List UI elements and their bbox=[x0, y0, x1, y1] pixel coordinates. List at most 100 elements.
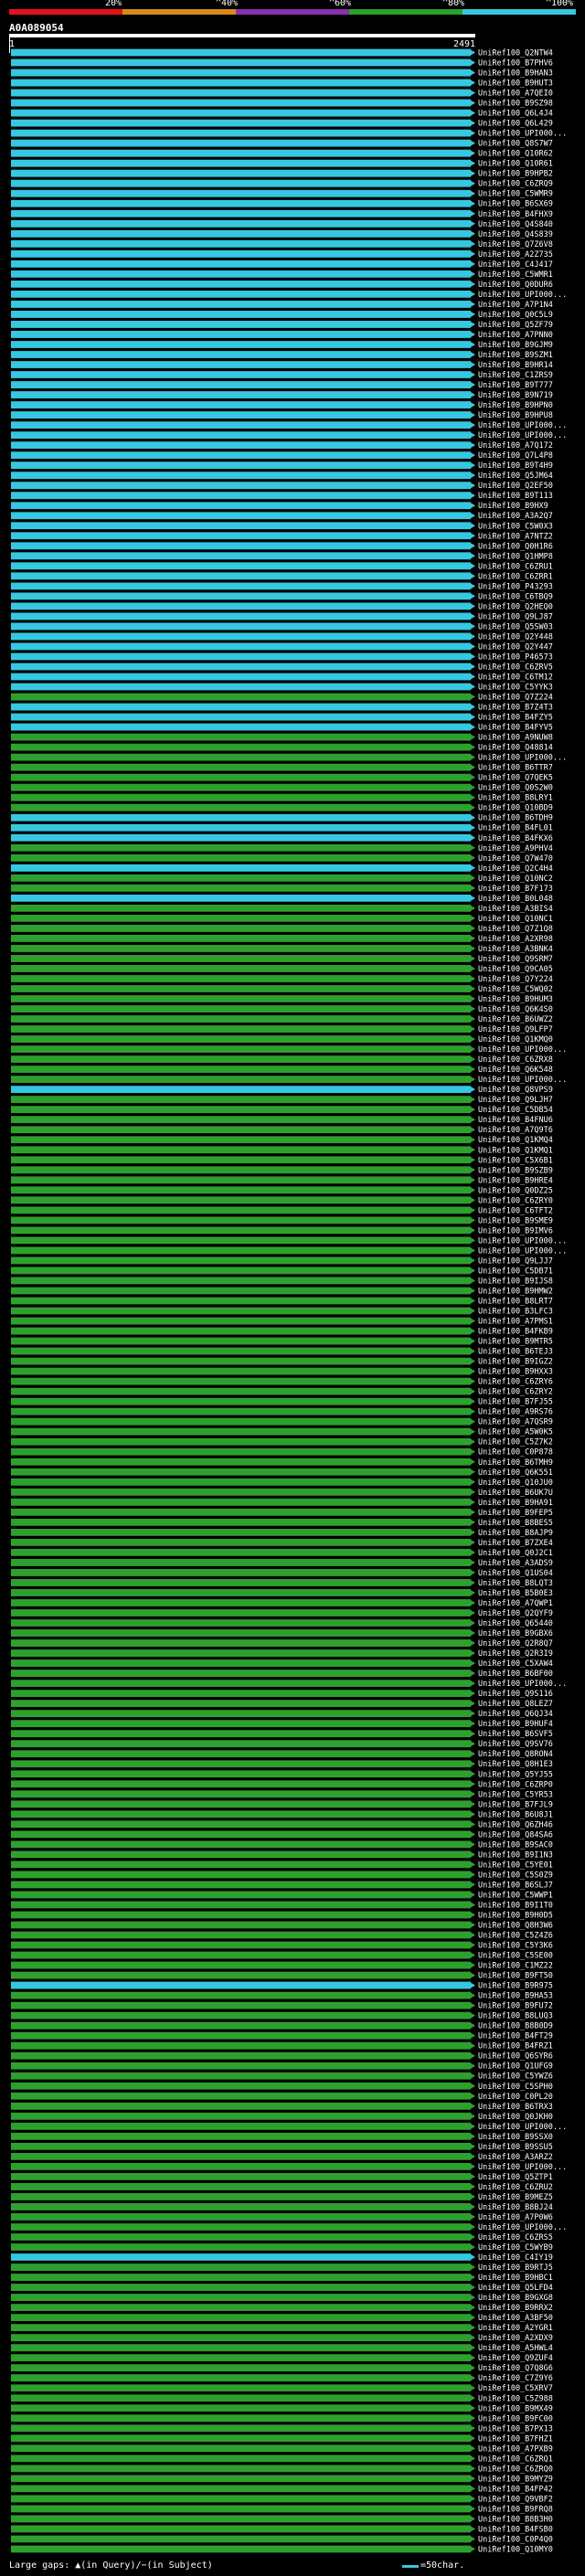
hit-label[interactable]: UniRef100_B9T4H9 bbox=[478, 461, 553, 471]
hit-label[interactable]: UniRef100_C5YWZ6 bbox=[478, 2072, 553, 2082]
hit-label[interactable]: UniRef100_Q5LFD4 bbox=[478, 2284, 553, 2293]
hit-label[interactable]: UniRef100_B9HA53 bbox=[478, 1992, 553, 2001]
hit-label[interactable]: UniRef100_B9T113 bbox=[478, 492, 553, 501]
hit-label[interactable]: UniRef100_C7Z9Y6 bbox=[478, 2374, 553, 2383]
hit-label[interactable]: UniRef100_A2Z735 bbox=[478, 250, 553, 260]
hit-label[interactable]: UniRef100_B9HPU8 bbox=[478, 411, 553, 420]
hit-label[interactable]: UniRef100_Q2NTW4 bbox=[478, 49, 553, 58]
hit-label[interactable]: UniRef100_C6ZRS5 bbox=[478, 2233, 553, 2242]
hit-label[interactable]: UniRef100_B9FRQ8 bbox=[478, 2505, 553, 2514]
hit-label[interactable]: UniRef100_C6ZRY2 bbox=[478, 1388, 553, 1397]
hit-label[interactable]: UniRef100_B7PHV6 bbox=[478, 59, 553, 69]
hit-label[interactable]: UniRef100_B9HA91 bbox=[478, 1499, 553, 1508]
hit-label[interactable]: UniRef100_B6TMH9 bbox=[478, 1458, 553, 1468]
hit-label[interactable]: UniRef100_C6ZRR1 bbox=[478, 572, 553, 581]
hit-label[interactable]: UniRef100_Q9CA05 bbox=[478, 965, 553, 974]
hit-label[interactable]: UniRef100_Q9VBF2 bbox=[478, 2495, 553, 2504]
hit-label[interactable]: UniRef100_Q0H1R6 bbox=[478, 542, 553, 551]
hit-label[interactable]: UniRef100_Q9SRM7 bbox=[478, 955, 553, 964]
hit-label[interactable]: UniRef100_B9RTJ5 bbox=[478, 2263, 553, 2273]
hit-label[interactable]: UniRef100_A3BNK4 bbox=[478, 945, 553, 954]
hit-label[interactable]: UniRef100_A3BIS4 bbox=[478, 905, 553, 914]
hit-label[interactable]: UniRef100_B4FKB9 bbox=[478, 1328, 553, 1337]
hit-label[interactable]: UniRef100_Q5JM64 bbox=[478, 472, 553, 481]
hit-label[interactable]: UniRef100_A3A2Q7 bbox=[478, 512, 553, 521]
hit-label[interactable]: UniRef100_Q5ZF79 bbox=[478, 321, 553, 330]
hit-label[interactable]: UniRef100_Q0JKH0 bbox=[478, 2113, 553, 2122]
hit-label[interactable]: UniRef100_B4FHX9 bbox=[478, 210, 553, 219]
hit-label[interactable]: UniRef100_C6ZRP0 bbox=[478, 1780, 553, 1789]
hit-label[interactable]: UniRef100_Q7QEK5 bbox=[478, 774, 553, 783]
hit-label[interactable]: UniRef100_Q84SA6 bbox=[478, 1830, 553, 1839]
hit-label[interactable]: UniRef100_Q10NC1 bbox=[478, 915, 553, 924]
hit-label[interactable]: UniRef100_Q7Y224 bbox=[478, 975, 553, 984]
hit-label[interactable]: UniRef100_C5WYB9 bbox=[478, 2243, 553, 2253]
hit-label[interactable]: UniRef100_B9FEP5 bbox=[478, 1509, 553, 1518]
hit-label[interactable]: UniRef100_C6ZRY0 bbox=[478, 1196, 553, 1205]
hit-label[interactable]: UniRef100_B8BES5 bbox=[478, 1519, 553, 1528]
hit-label[interactable]: UniRef100_Q6L429 bbox=[478, 120, 553, 129]
hit-label[interactable]: UniRef100_A7PNN0 bbox=[478, 331, 553, 340]
hit-label[interactable]: UniRef100_B9MX49 bbox=[478, 2404, 553, 2413]
hit-label[interactable]: UniRef100_Q6K4S0 bbox=[478, 1005, 553, 1014]
hit-label[interactable]: UniRef100_B8LRT7 bbox=[478, 1298, 553, 1307]
hit-label[interactable]: UniRef100_UPI000... bbox=[478, 754, 567, 763]
hit-label[interactable]: UniRef100_UPI000... bbox=[478, 2123, 567, 2132]
hit-label[interactable]: UniRef100_B9HPB2 bbox=[478, 170, 553, 179]
hit-label[interactable]: UniRef100_A7Q172 bbox=[478, 441, 553, 451]
hit-label[interactable]: UniRef100_B4FP42 bbox=[478, 2485, 553, 2494]
hit-label[interactable]: UniRef100_B7FJ55 bbox=[478, 1398, 553, 1407]
hit-label[interactable]: UniRef100_C5WMR9 bbox=[478, 190, 553, 199]
hit-label[interactable]: UniRef100_Q9LJ87 bbox=[478, 612, 553, 621]
hit-label[interactable]: UniRef100_Q8RON4 bbox=[478, 1750, 553, 1759]
hit-label[interactable]: UniRef100_C5DB54 bbox=[478, 1106, 553, 1115]
hit-label[interactable]: UniRef100_P46573 bbox=[478, 652, 553, 662]
hit-label[interactable]: UniRef100_A7QSR9 bbox=[478, 1418, 553, 1427]
hit-label[interactable]: UniRef100_Q6QJ34 bbox=[478, 1710, 553, 1719]
hit-label[interactable]: UniRef100_B9FU72 bbox=[478, 2002, 553, 2011]
hit-label[interactable]: UniRef100_C4IY19 bbox=[478, 2253, 553, 2263]
hit-label[interactable]: UniRef100_B9HBC1 bbox=[478, 2274, 553, 2283]
hit-label[interactable]: UniRef100_Q10JU0 bbox=[478, 1479, 553, 1488]
hit-label[interactable]: UniRef100_UPI000... bbox=[478, 130, 567, 139]
hit-label[interactable]: UniRef100_Q4S839 bbox=[478, 230, 553, 239]
hit-label[interactable]: UniRef100_Q10NC2 bbox=[478, 875, 553, 884]
hit-label[interactable]: UniRef100_B9MEZ5 bbox=[478, 2193, 553, 2202]
hit-label[interactable]: UniRef100_C5WQ02 bbox=[478, 985, 553, 994]
hit-label[interactable]: UniRef100_B7PX13 bbox=[478, 2424, 553, 2433]
hit-label[interactable]: UniRef100_B9GXG8 bbox=[478, 2294, 553, 2303]
hit-label[interactable]: UniRef100_C0PL20 bbox=[478, 2093, 553, 2102]
hit-label[interactable]: UniRef100_B9SZ98 bbox=[478, 100, 553, 109]
hit-label[interactable]: UniRef100_A7PXB9 bbox=[478, 2444, 553, 2454]
hit-label[interactable]: UniRef100_B4FKX6 bbox=[478, 834, 553, 843]
hit-label[interactable]: UniRef100_Q9LJH7 bbox=[478, 1096, 553, 1105]
hit-label[interactable]: UniRef100_C6TFT2 bbox=[478, 1206, 553, 1215]
hit-label[interactable]: UniRef100_B6TDH9 bbox=[478, 814, 553, 823]
hit-label[interactable]: UniRef100_B5B0E3 bbox=[478, 1589, 553, 1598]
hit-label[interactable]: UniRef100_B9HR14 bbox=[478, 361, 553, 370]
hit-label[interactable]: UniRef100_A3ARZ2 bbox=[478, 2153, 553, 2162]
hit-label[interactable]: UniRef100_UPI000... bbox=[478, 421, 567, 430]
hit-label[interactable]: UniRef100_A5HWL4 bbox=[478, 2344, 553, 2353]
hit-label[interactable]: UniRef100_B9IMV6 bbox=[478, 1226, 553, 1235]
hit-label[interactable]: UniRef100_A2XR98 bbox=[478, 935, 553, 944]
hit-label[interactable]: UniRef100_A7QWP1 bbox=[478, 1599, 553, 1608]
hit-label[interactable]: UniRef100_Q1KMQ1 bbox=[478, 1146, 553, 1155]
hit-label[interactable]: UniRef100_B9N719 bbox=[478, 391, 553, 400]
hit-label[interactable]: UniRef100_B8B0D9 bbox=[478, 2022, 553, 2031]
hit-label[interactable]: UniRef100_B4FZY5 bbox=[478, 714, 553, 723]
hit-label[interactable]: UniRef100_B7F173 bbox=[478, 885, 553, 894]
hit-label[interactable]: UniRef100_Q2Y447 bbox=[478, 642, 553, 652]
hit-label[interactable]: UniRef100_B6SX69 bbox=[478, 200, 553, 209]
hit-label[interactable]: UniRef100_B9I1T0 bbox=[478, 1901, 553, 1910]
hit-label[interactable]: UniRef100_B6BF00 bbox=[478, 1670, 553, 1679]
hit-label[interactable]: UniRef100_Q8LEZ7 bbox=[478, 1700, 553, 1709]
hit-label[interactable]: UniRef100_C5SE00 bbox=[478, 1952, 553, 1961]
hit-label[interactable]: UniRef100_C5YR53 bbox=[478, 1790, 553, 1799]
hit-label[interactable]: UniRef100_Q2QYF9 bbox=[478, 1609, 553, 1618]
hit-label[interactable]: UniRef100_B9HMW2 bbox=[478, 1287, 553, 1296]
hit-label[interactable]: UniRef100_A3ADS9 bbox=[478, 1559, 553, 1568]
hit-label[interactable]: UniRef100_Q48814 bbox=[478, 744, 553, 753]
hit-label[interactable]: UniRef100_B9MYZ9 bbox=[478, 2475, 553, 2484]
hit-label[interactable]: UniRef100_Q1HMP8 bbox=[478, 552, 553, 561]
